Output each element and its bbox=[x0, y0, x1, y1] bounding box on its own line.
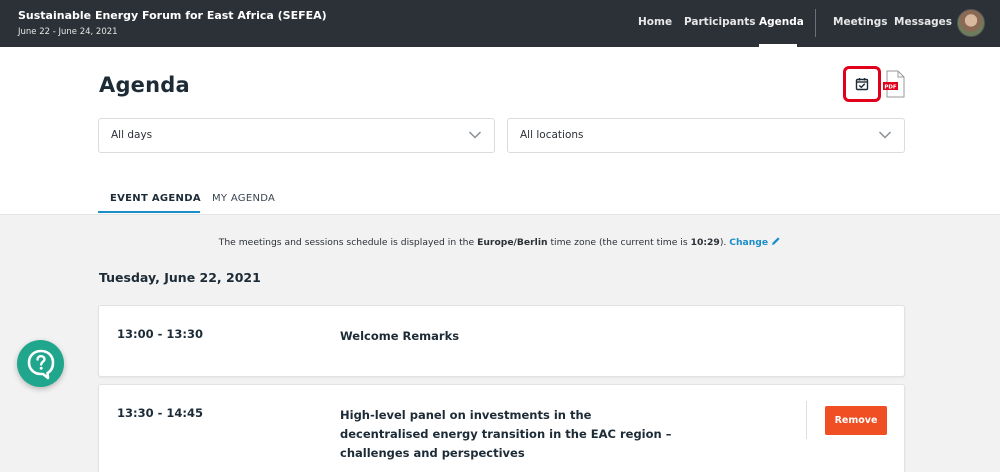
timezone-prefix: The meetings and sessions schedule is di… bbox=[218, 237, 478, 248]
remove-session-button[interactable]: Remove bbox=[825, 406, 887, 435]
nav-meetings[interactable]: Meetings bbox=[833, 16, 888, 28]
chevron-down-icon bbox=[468, 131, 482, 139]
agenda-header: Agenda PDF All days All locations EVENT … bbox=[0, 47, 1000, 215]
locations-filter-select[interactable]: All locations bbox=[507, 118, 905, 153]
session-divider bbox=[806, 401, 807, 439]
session-card[interactable]: 13:30 - 14:45 High-level panel on invest… bbox=[98, 384, 905, 472]
session-time: 13:30 - 14:45 bbox=[117, 406, 203, 420]
pdf-icon-label: PDF bbox=[884, 84, 897, 90]
timezone-notice: The meetings and sessions schedule is di… bbox=[0, 236, 1000, 248]
session-title[interactable]: High-level panel on investments in the d… bbox=[340, 406, 680, 463]
tab-event-agenda[interactable]: EVENT AGENDA bbox=[98, 193, 201, 204]
days-filter-select[interactable]: All days bbox=[98, 118, 495, 153]
day-heading: Tuesday, June 22, 2021 bbox=[99, 270, 261, 285]
nav-participants[interactable]: Participants bbox=[684, 16, 755, 28]
nav-messages[interactable]: Messages bbox=[894, 16, 952, 28]
nav-agenda[interactable]: Agenda bbox=[759, 16, 804, 28]
top-navigation-bar: Sustainable Energy Forum for East Africa… bbox=[0, 0, 1000, 47]
calendar-check-icon bbox=[855, 78, 869, 91]
session-time: 13:00 - 13:30 bbox=[117, 327, 203, 341]
timezone-suffix: ). bbox=[719, 237, 730, 248]
tab-my-agenda[interactable]: MY AGENDA bbox=[212, 193, 275, 204]
chevron-down-icon bbox=[878, 131, 892, 139]
add-to-calendar-button[interactable] bbox=[843, 66, 881, 102]
nav-home[interactable]: Home bbox=[638, 16, 672, 28]
change-timezone-link[interactable]: Change bbox=[729, 237, 781, 248]
locations-filter-value: All locations bbox=[520, 129, 584, 141]
chat-question-icon bbox=[27, 349, 55, 380]
user-avatar[interactable] bbox=[957, 9, 985, 37]
nav-divider bbox=[815, 9, 816, 37]
session-card[interactable]: 13:00 - 13:30 Welcome Remarks bbox=[98, 305, 905, 377]
event-title[interactable]: Sustainable Energy Forum for East Africa… bbox=[18, 9, 327, 22]
pdf-file-icon: PDF bbox=[883, 70, 905, 98]
event-dates: June 22 - June 24, 2021 bbox=[18, 27, 118, 37]
download-pdf-button[interactable]: PDF bbox=[882, 70, 906, 98]
help-chat-button[interactable] bbox=[17, 340, 64, 387]
page-title: Agenda bbox=[99, 73, 190, 97]
pencil-icon bbox=[772, 237, 780, 245]
timezone-middle: time zone (the current time is bbox=[547, 237, 691, 248]
days-filter-value: All days bbox=[111, 129, 153, 141]
tab-active-indicator bbox=[98, 211, 200, 213]
change-timezone-label: Change bbox=[729, 237, 769, 248]
timezone-name: Europe/Berlin bbox=[477, 237, 548, 248]
session-title[interactable]: Welcome Remarks bbox=[340, 327, 680, 346]
current-time: 10:29 bbox=[690, 237, 720, 248]
